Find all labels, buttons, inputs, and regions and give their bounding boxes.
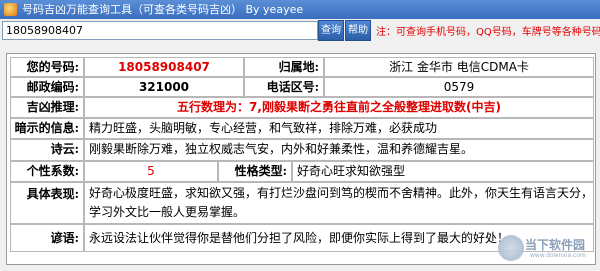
number-input[interactable] bbox=[2, 21, 318, 40]
postcode-label: 邮政编码: bbox=[10, 77, 84, 97]
watermark-text: 当下软件园 bbox=[525, 238, 586, 252]
poem-label: 诗云: bbox=[10, 139, 84, 161]
location-value: 浙江 金华市 电信CDMA卡 bbox=[324, 57, 594, 77]
row-postcode: 邮政编码: 321000 电话区号: 0579 bbox=[10, 77, 594, 97]
row-inference: 吉凶推理: 五行数理为：7,刚毅果断之勇往直前之全般整理进取数(中吉) bbox=[10, 97, 594, 118]
hint-value: 精力旺盛，头脑明敏，专心经营，和气致祥，排除万难，必获成功 bbox=[84, 118, 594, 139]
watermark-url: www.downxia.com bbox=[530, 252, 586, 259]
row-personality: 个性系数: 5 性格类型: 好奇心旺求知欲强型 bbox=[10, 161, 594, 182]
row-number: 您的号码: 18058908407 归属地: 浙江 金华市 电信CDMA卡 bbox=[10, 57, 594, 77]
areacode-label: 电话区号: bbox=[244, 77, 324, 97]
row-poem: 诗云: 刚毅果断除万难，独立权威志气安，内外和好兼柔性，温和养德耀吉星。 bbox=[10, 139, 594, 161]
number-value: 18058908407 bbox=[84, 57, 244, 77]
watermark-logo-icon bbox=[498, 235, 524, 261]
toolbar: 查询 帮助 注：可查询手机号码，QQ号码，车牌号等各种号码吉凶，仅供参考 bbox=[0, 19, 600, 43]
personality-value: 5 bbox=[84, 161, 218, 182]
poem-value: 刚毅果断除万难，独立权威志气安，内外和好兼柔性，温和养德耀吉星。 bbox=[84, 139, 594, 161]
inference-value: 五行数理为：7,刚毅果断之勇往直前之全般整理进取数(中吉) bbox=[84, 97, 594, 118]
row-behavior: 具体表现: 好奇心极度旺盛，求知欲又强，有打烂沙盘问到笃的楔而不舍精神。此外，你… bbox=[10, 182, 594, 224]
inference-label: 吉凶推理: bbox=[10, 97, 84, 118]
areacode-value: 0579 bbox=[324, 77, 594, 97]
trait-label: 性格类型: bbox=[218, 161, 292, 182]
proverb-label: 谚语: bbox=[10, 224, 84, 252]
notice-text: 注：可查询手机号码，QQ号码，车牌号等各种号码吉凶，仅供参考 bbox=[376, 27, 600, 38]
behavior-label: 具体表现: bbox=[10, 182, 84, 224]
query-button[interactable]: 查询 bbox=[318, 20, 344, 41]
hint-label: 暗示的信息: bbox=[10, 118, 84, 139]
result-panel: 您的号码: 18058908407 归属地: 浙江 金华市 电信CDMA卡 邮政… bbox=[6, 53, 596, 265]
row-hint: 暗示的信息: 精力旺盛，头脑明敏，专心经营，和气致祥，排除万难，必获成功 bbox=[10, 118, 594, 139]
trait-value: 好奇心旺求知欲强型 bbox=[292, 161, 594, 182]
number-label: 您的号码: bbox=[10, 57, 84, 77]
behavior-value: 好奇心极度旺盛，求知欲又强，有打烂沙盘问到笃的楔而不舍精神。此外，你天生有语言天… bbox=[84, 182, 594, 224]
app-icon bbox=[4, 3, 17, 16]
location-label: 归属地: bbox=[244, 57, 324, 77]
personality-label: 个性系数: bbox=[10, 161, 84, 182]
postcode-value: 321000 bbox=[84, 77, 244, 97]
window-title: 号码吉凶万能查询工具（可查各类号码吉凶） By yeayee bbox=[22, 3, 304, 16]
help-button[interactable]: 帮助 bbox=[345, 20, 371, 41]
title-bar: 号码吉凶万能查询工具（可查各类号码吉凶） By yeayee bbox=[0, 0, 600, 19]
